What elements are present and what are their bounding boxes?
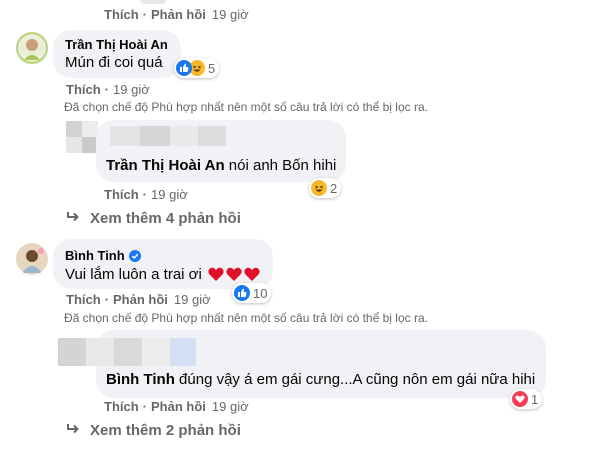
like-link[interactable]: Thích [66, 82, 101, 97]
timestamp: 19 giờ [113, 82, 150, 97]
filter-note: Đã chọn chế độ Phù hợp nhất nên một số c… [64, 100, 428, 114]
like-link[interactable]: Thích [104, 187, 139, 202]
blurred-avatar-and-name [58, 338, 196, 366]
avatar[interactable] [16, 243, 48, 275]
reaction-count: 10 [253, 285, 268, 301]
reply-body: nói anh Bốn hihi [224, 157, 337, 174]
like-reaction-icon [176, 60, 192, 76]
mention[interactable]: Trần Thị Hoài An [106, 157, 225, 174]
heart-emojis [208, 267, 260, 282]
see-more-label: Xem thêm 2 phản hồi [90, 422, 241, 439]
comment-actions: Thích · 19 giờ [66, 82, 150, 97]
see-more-replies[interactable]: Xem thêm 4 phản hồi [66, 210, 241, 227]
comment-bubble: Bình Tinh Vui lắm luôn a trai ơi [53, 239, 273, 289]
filter-note: Đã chọn chế độ Phù hợp nhất nên một số c… [64, 311, 428, 325]
like-link[interactable]: Thích [104, 7, 139, 22]
reply-text: Bình Tinh đúng vậy á em gái cưng...A cũn… [106, 371, 535, 388]
partial-element [140, 0, 166, 4]
love-reaction-icon [512, 391, 528, 407]
comment-text-row: Vui lắm luôn a trai ơi [65, 266, 260, 283]
comment-author[interactable]: Trần Thị Hoài An [65, 37, 168, 52]
reaction-summary[interactable]: 2 [309, 178, 342, 198]
timestamp: 19 giờ [151, 187, 188, 202]
like-reaction-icon [234, 285, 250, 301]
reply-actions: Thích · Phản hồi 19 giờ [104, 399, 249, 414]
reaction-summary[interactable]: 5 [174, 58, 220, 78]
reply-link[interactable]: Phản hồi [151, 7, 206, 22]
comment-bubble: Trần Thị Hoài An Mún đi coi quá [53, 30, 181, 78]
heart-icon [244, 267, 260, 281]
comment-author-row: Bình Tinh [65, 248, 141, 263]
blurred-avatar [66, 121, 98, 153]
reaction-count: 1 [531, 391, 539, 407]
avatar[interactable] [16, 32, 48, 64]
timestamp: 19 giờ [211, 7, 249, 22]
heart-icon [208, 267, 224, 281]
haha-reaction-icon [311, 180, 327, 196]
timestamp: 19 giờ [211, 399, 249, 414]
comment-author[interactable]: Bình Tinh [65, 248, 125, 263]
reply-actions: Thích · 19 giờ [104, 187, 188, 202]
comment-actions: Thích · Phản hồi 19 giờ [66, 292, 211, 307]
reply-text: Trần Thị Hoài An nói anh Bốn hihi [106, 157, 336, 174]
like-link[interactable]: Thích [66, 292, 101, 307]
reply-link[interactable]: Phản hồi [113, 292, 168, 307]
mention[interactable]: Bình Tinh [106, 371, 175, 388]
timestamp: 19 giờ [173, 292, 211, 307]
reply-bubble: Trần Thị Hoài An nói anh Bốn hihi [96, 120, 346, 182]
see-more-label: Xem thêm 4 phản hồi [90, 210, 241, 227]
reply-arrow-icon [66, 422, 80, 439]
verified-badge-icon [128, 249, 141, 262]
see-more-replies[interactable]: Xem thêm 2 phản hồi [66, 422, 241, 439]
reaction-count: 5 [208, 60, 216, 76]
reaction-summary[interactable]: 1 [510, 389, 543, 409]
top-action-row: Thích · Phản hồi 19 giờ [104, 7, 249, 22]
comment-text: Mún đi coi quá [65, 54, 163, 71]
comment-text: Vui lắm luôn a trai ơi [65, 266, 202, 283]
reply-body: đúng vậy á em gái cưng...A cũng nôn em g… [174, 371, 536, 388]
like-link[interactable]: Thích [104, 399, 139, 414]
reaction-count: 2 [330, 180, 338, 196]
heart-icon [226, 267, 242, 281]
blurred-name [110, 126, 226, 146]
reply-arrow-icon [66, 210, 80, 227]
reaction-summary[interactable]: 10 [232, 283, 272, 303]
reply-link[interactable]: Phản hồi [151, 399, 206, 414]
